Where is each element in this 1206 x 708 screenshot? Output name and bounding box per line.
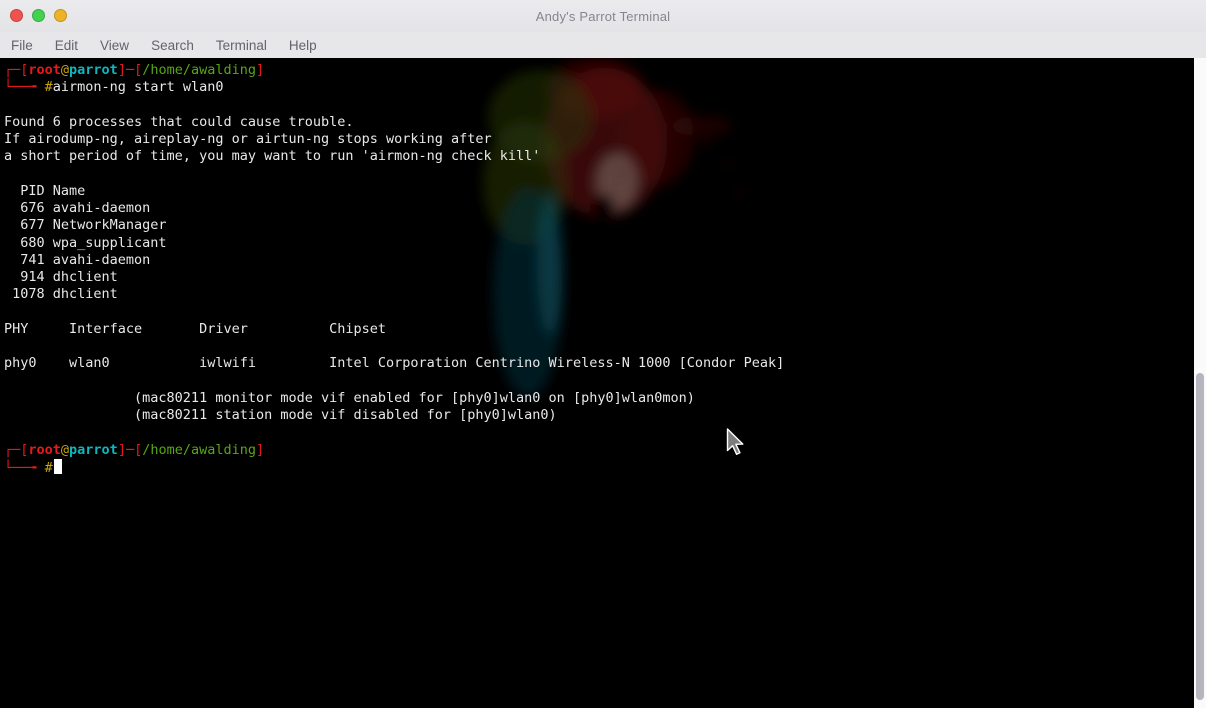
terminal-line: Found 6 processes that could cause troub… <box>4 114 1206 131</box>
menu-edit[interactable]: Edit <box>53 36 80 55</box>
terminal-line: PHY Interface Driver Chipset <box>4 321 1206 338</box>
terminal-line: └──╼ # <box>4 459 1206 477</box>
menu-file[interactable]: File <box>9 36 35 55</box>
terminal-line <box>4 424 1206 441</box>
scrollbar-track[interactable] <box>1194 58 1206 708</box>
terminal-line: 676 avahi-daemon <box>4 200 1206 217</box>
terminal-line: ┌─[root@parrot]─[/home/awalding] <box>4 442 1206 459</box>
terminal-line: PID Name <box>4 183 1206 200</box>
menu-view[interactable]: View <box>98 36 131 55</box>
menubar: File Edit View Search Terminal Help <box>0 32 1206 58</box>
terminal-line: 677 NetworkManager <box>4 217 1206 234</box>
titlebar[interactable]: Andy's Parrot Terminal <box>0 0 1206 32</box>
terminal-line: (mac80211 station mode vif disabled for … <box>4 407 1206 424</box>
terminal-line: 1078 dhclient <box>4 286 1206 303</box>
terminal-line <box>4 338 1206 355</box>
window-close-button[interactable] <box>10 9 23 22</box>
window-minimize-button[interactable] <box>54 9 67 22</box>
terminal-line <box>4 97 1206 114</box>
terminal-line: phy0 wlan0 iwlwifi Intel Corporation Cen… <box>4 355 1206 372</box>
terminal-line <box>4 166 1206 183</box>
terminal-line: a short period of time, you may want to … <box>4 148 1206 165</box>
window-title: Andy's Parrot Terminal <box>0 9 1206 24</box>
terminal-window: Andy's Parrot Terminal File Edit View Se… <box>0 0 1206 708</box>
terminal-line: ┌─[root@parrot]─[/home/awalding] <box>4 62 1206 79</box>
terminal-screen[interactable]: ┌─[root@parrot]─[/home/awalding]└──╼ #ai… <box>0 58 1206 708</box>
menu-search[interactable]: Search <box>149 36 196 55</box>
terminal-line <box>4 304 1206 321</box>
terminal-line: 680 wpa_supplicant <box>4 235 1206 252</box>
menu-help[interactable]: Help <box>287 36 319 55</box>
scrollbar-thumb[interactable] <box>1196 373 1204 700</box>
terminal-output: ┌─[root@parrot]─[/home/awalding]└──╼ #ai… <box>0 58 1206 477</box>
terminal-line: 914 dhclient <box>4 269 1206 286</box>
terminal-line: └──╼ #airmon-ng start wlan0 <box>4 79 1206 96</box>
window-maximize-button[interactable] <box>32 9 45 22</box>
terminal-line: 741 avahi-daemon <box>4 252 1206 269</box>
terminal-line: (mac80211 monitor mode vif enabled for [… <box>4 390 1206 407</box>
terminal-line: If airodump-ng, aireplay-ng or airtun-ng… <box>4 131 1206 148</box>
window-controls <box>10 9 67 22</box>
terminal-text-cursor <box>54 459 62 474</box>
menu-terminal[interactable]: Terminal <box>214 36 269 55</box>
terminal-line <box>4 373 1206 390</box>
